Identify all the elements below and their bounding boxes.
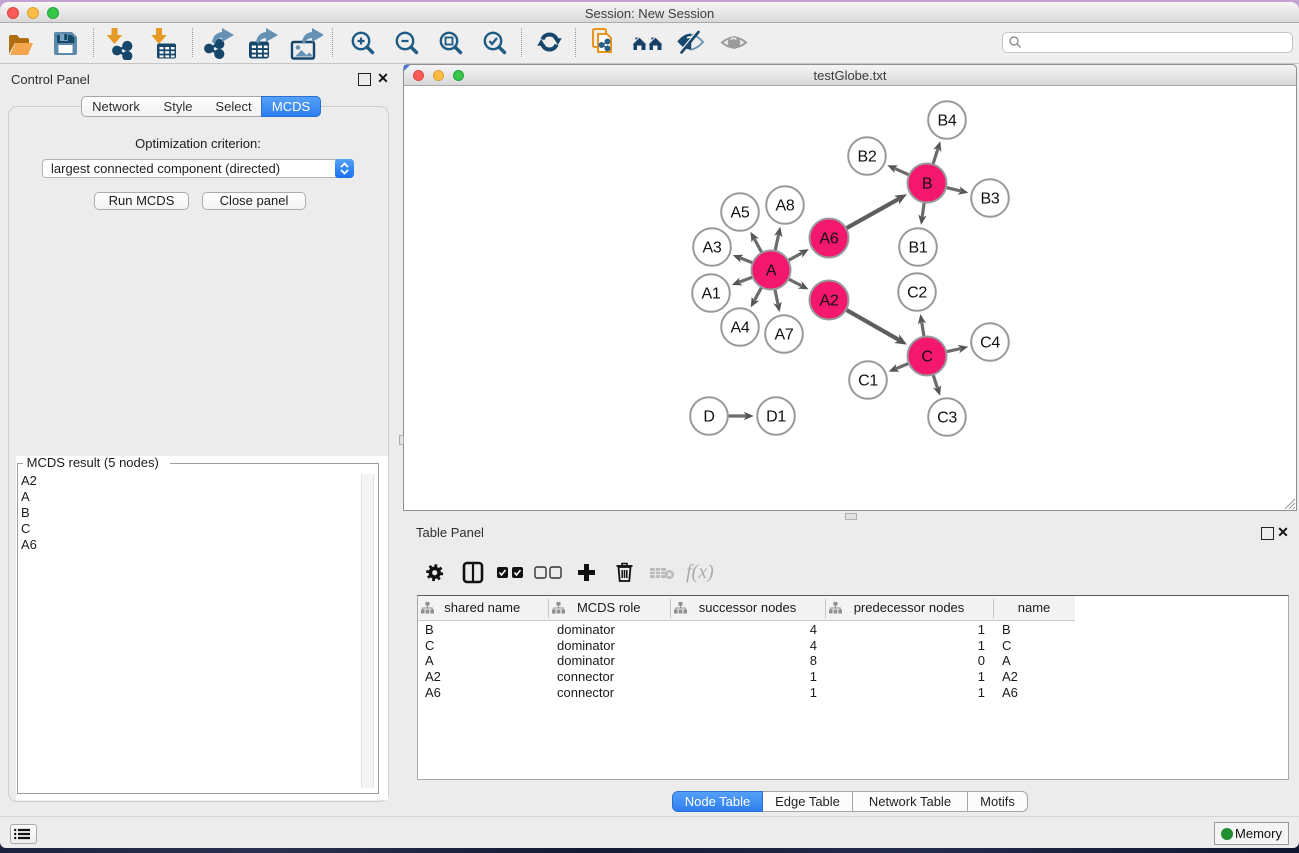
svg-text:A2: A2 bbox=[820, 293, 839, 310]
svg-text:C: C bbox=[921, 349, 932, 366]
svg-text:C1: C1 bbox=[858, 373, 878, 390]
svg-text:A7: A7 bbox=[775, 327, 794, 344]
svg-text:B4: B4 bbox=[938, 113, 957, 130]
svg-text:B: B bbox=[922, 176, 932, 193]
svg-text:A5: A5 bbox=[731, 205, 750, 222]
svg-text:D1: D1 bbox=[766, 409, 786, 426]
svg-text:A4: A4 bbox=[731, 320, 750, 337]
svg-text:C2: C2 bbox=[907, 285, 927, 302]
svg-text:C3: C3 bbox=[937, 410, 957, 427]
svg-text:A: A bbox=[766, 263, 777, 280]
svg-text:B2: B2 bbox=[858, 149, 877, 166]
svg-text:B1: B1 bbox=[909, 240, 928, 257]
svg-text:D: D bbox=[703, 409, 714, 426]
svg-text:C4: C4 bbox=[980, 335, 1000, 352]
svg-text:A6: A6 bbox=[820, 231, 839, 248]
svg-text:A3: A3 bbox=[703, 240, 722, 257]
svg-text:A1: A1 bbox=[702, 286, 721, 303]
svg-text:B3: B3 bbox=[981, 191, 1000, 208]
svg-text:A8: A8 bbox=[776, 198, 795, 215]
